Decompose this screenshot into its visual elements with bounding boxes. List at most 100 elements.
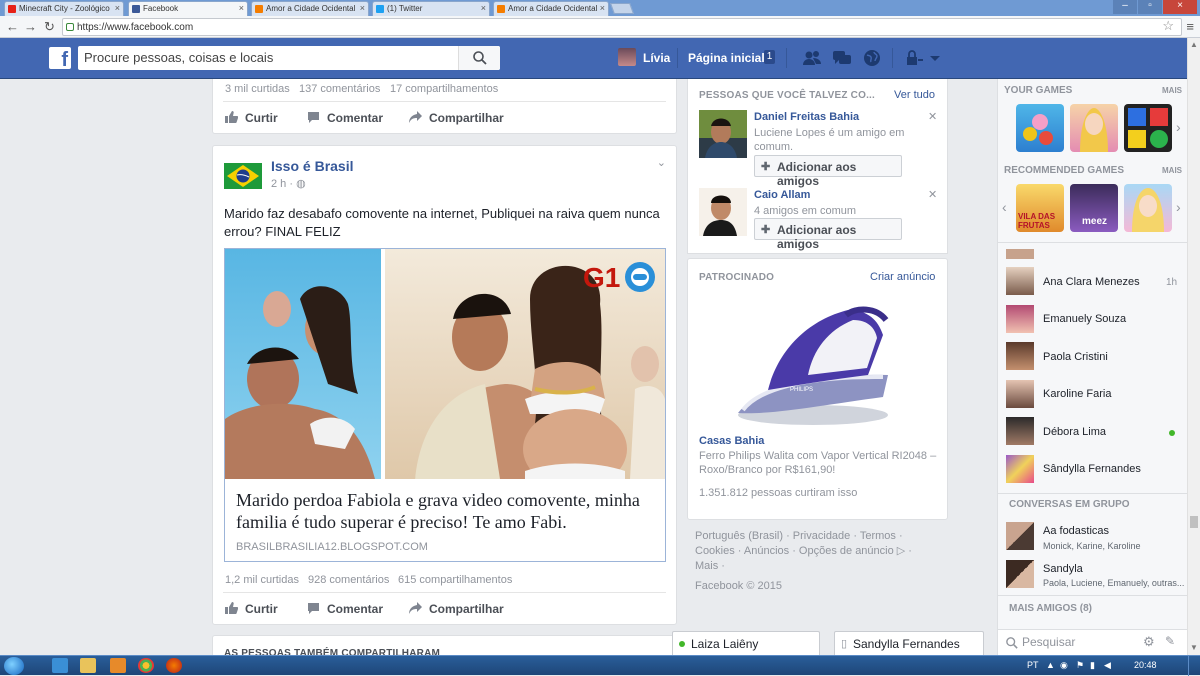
games-next-arrow-icon[interactable]: ›	[1176, 199, 1181, 215]
game-icon[interactable]	[1124, 184, 1172, 232]
like-button[interactable]: Curtir	[225, 602, 278, 616]
scroll-thumb[interactable]	[1190, 516, 1198, 528]
chevron-down-icon[interactable]	[928, 49, 942, 67]
new-message-icon[interactable]: ✎	[1165, 634, 1175, 648]
url-field[interactable]: https://www.facebook.com	[62, 18, 1182, 36]
firefox-icon[interactable]	[166, 658, 182, 673]
close-icon[interactable]: ×	[600, 3, 605, 13]
notifications-globe-icon[interactable]	[862, 49, 882, 67]
maximize-button[interactable]: ▫	[1138, 0, 1162, 14]
share-button[interactable]: Compartilhar	[409, 602, 504, 616]
games-more-link[interactable]: MAIS	[1162, 166, 1182, 175]
link-title[interactable]: Marido perdoa Fabiola e grava video como…	[236, 489, 656, 533]
scroll-down-icon[interactable]: ▼	[1190, 643, 1198, 652]
game-icon[interactable]	[1070, 104, 1118, 152]
link-preview[interactable]: G1 Marido perdoa Fabiola e grava video c…	[224, 248, 666, 562]
search-input[interactable]: Procure pessoas, coisas e locais	[78, 46, 500, 70]
messages-icon[interactable]	[832, 49, 852, 67]
scroll-up-icon[interactable]: ▲	[1190, 40, 1198, 49]
internet-explorer-icon[interactable]	[52, 658, 68, 673]
comment-count[interactable]: 137 comentários	[299, 83, 380, 95]
clock[interactable]: 20:48	[1134, 660, 1157, 670]
tray-expand-icon[interactable]: ▲	[1046, 660, 1055, 670]
close-icon[interactable]: ✕	[928, 110, 937, 123]
avatar[interactable]	[699, 110, 747, 158]
games-more-link[interactable]: MAIS	[1162, 86, 1182, 95]
share-button[interactable]: Compartilhar	[409, 111, 504, 125]
more-friends-heading[interactable]: MAIS AMIGOS (8)	[1009, 603, 1092, 614]
browser-tab-blogger-1[interactable]: Amor a Cidade Ocidental ×	[251, 1, 369, 16]
file-explorer-icon[interactable]	[80, 658, 96, 673]
flag-icon[interactable]: ⚑	[1076, 660, 1084, 671]
new-tab-button[interactable]	[609, 3, 635, 14]
close-icon[interactable]: ×	[481, 3, 486, 13]
game-icon[interactable]: meez	[1070, 184, 1118, 232]
pymk-name-link[interactable]: Caio Allam	[754, 189, 810, 201]
browser-tab-twitter[interactable]: (1) Twitter ×	[372, 1, 490, 16]
search-button[interactable]	[458, 46, 500, 70]
volume-icon[interactable]: ◀	[1104, 660, 1111, 671]
bookmark-star-icon[interactable]: ☆	[1162, 18, 1174, 34]
gear-icon[interactable]: ⚙	[1143, 634, 1155, 650]
ad-description[interactable]: Ferro Philips Walita com Vapor Vertical …	[699, 449, 939, 477]
browser-tab-minecraft[interactable]: Minecraft City - Zoológico ×	[4, 1, 124, 16]
add-friend-button[interactable]: ✚ Adicionar aos amigos	[754, 218, 902, 251]
browser-menu-icon[interactable]: ≡	[1186, 19, 1194, 34]
media-player-icon[interactable]	[110, 658, 126, 673]
language-indicator[interactable]: PT	[1027, 660, 1039, 670]
reload-icon[interactable]: ↻	[44, 19, 55, 35]
tray-app-icon[interactable]: ◉	[1060, 660, 1068, 671]
close-icon[interactable]: ×	[115, 3, 120, 13]
comment-button[interactable]: Comentar	[307, 111, 383, 125]
avatar[interactable]	[699, 188, 747, 236]
like-count[interactable]: 3 mil curtidas	[225, 83, 290, 95]
chrome-icon[interactable]	[138, 658, 154, 673]
post-timestamp[interactable]: 2 h · ◍	[271, 177, 306, 190]
browser-tab-facebook[interactable]: Facebook ×	[128, 1, 248, 16]
game-icon[interactable]	[1016, 104, 1064, 152]
share-count[interactable]: 615 compartilhamentos	[398, 574, 512, 586]
game-icon[interactable]	[1124, 104, 1172, 152]
see-all-link[interactable]: Ver tudo	[894, 89, 935, 101]
chat-search-input[interactable]: Pesquisar ⚙ ✎	[998, 629, 1188, 655]
page-avatar[interactable]	[224, 157, 262, 195]
back-icon[interactable]: ←	[6, 19, 19, 34]
game-icon[interactable]: VILA DAS FRUTAS	[1016, 184, 1064, 232]
pymk-name-link[interactable]: Daniel Freitas Bahia	[754, 111, 859, 123]
post-options-chevron-icon[interactable]: ⌄	[657, 156, 666, 169]
profile-link[interactable]: Lívia	[643, 51, 670, 65]
privacy-lock-icon[interactable]	[904, 49, 924, 67]
create-ad-link[interactable]: Criar anúncio	[870, 271, 935, 283]
ad-product-image[interactable]: PHILIPS	[728, 295, 898, 431]
friend-requests-icon[interactable]	[802, 49, 822, 67]
advertiser-link[interactable]: Casas Bahia	[699, 435, 764, 447]
add-friend-button[interactable]: ✚ Adicionar aos amigos	[754, 155, 902, 188]
close-window-button[interactable]: ×	[1163, 0, 1197, 14]
footer-link-row[interactable]: Cookies · Anúncios · Opções de anúncio ▷…	[695, 544, 935, 559]
chat-tab[interactable]: ▯ Sandylla Fernandes	[834, 631, 984, 655]
close-icon[interactable]: ×	[239, 3, 244, 13]
start-button[interactable]	[4, 657, 24, 675]
chat-tab[interactable]: Laiza Laiêny	[672, 631, 820, 655]
forward-icon[interactable]: →	[24, 19, 37, 34]
close-icon[interactable]: ✕	[928, 188, 937, 201]
minimize-button[interactable]: –	[1113, 0, 1137, 14]
games-prev-arrow-icon[interactable]: ‹	[1002, 199, 1007, 215]
footer-more-link[interactable]: Mais ·	[695, 559, 935, 574]
browser-tab-blogger-2[interactable]: Amor a Cidade Ocidental ×	[493, 1, 609, 16]
share-count[interactable]: 17 compartilhamentos	[390, 83, 498, 95]
avatar[interactable]	[618, 48, 636, 66]
home-link[interactable]: Página inicial	[688, 51, 765, 65]
footer-link-row[interactable]: Português (Brasil) · Privacidade · Termo…	[695, 529, 935, 544]
games-next-arrow-icon[interactable]: ›	[1176, 119, 1181, 135]
page-name-link[interactable]: Isso é Brasil	[271, 158, 354, 174]
facebook-logo-icon[interactable]: f	[49, 47, 71, 71]
close-icon[interactable]: ×	[360, 3, 365, 13]
like-count[interactable]: 1,2 mil curtidas	[225, 574, 299, 586]
show-desktop-button[interactable]	[1188, 656, 1200, 676]
comment-count[interactable]: 928 comentários	[308, 574, 389, 586]
network-icon[interactable]: ▮	[1090, 660, 1095, 671]
like-button[interactable]: Curtir	[225, 111, 278, 125]
comment-button[interactable]: Comentar	[307, 602, 383, 616]
page-scrollbar[interactable]: ▲ ▼	[1187, 38, 1200, 655]
